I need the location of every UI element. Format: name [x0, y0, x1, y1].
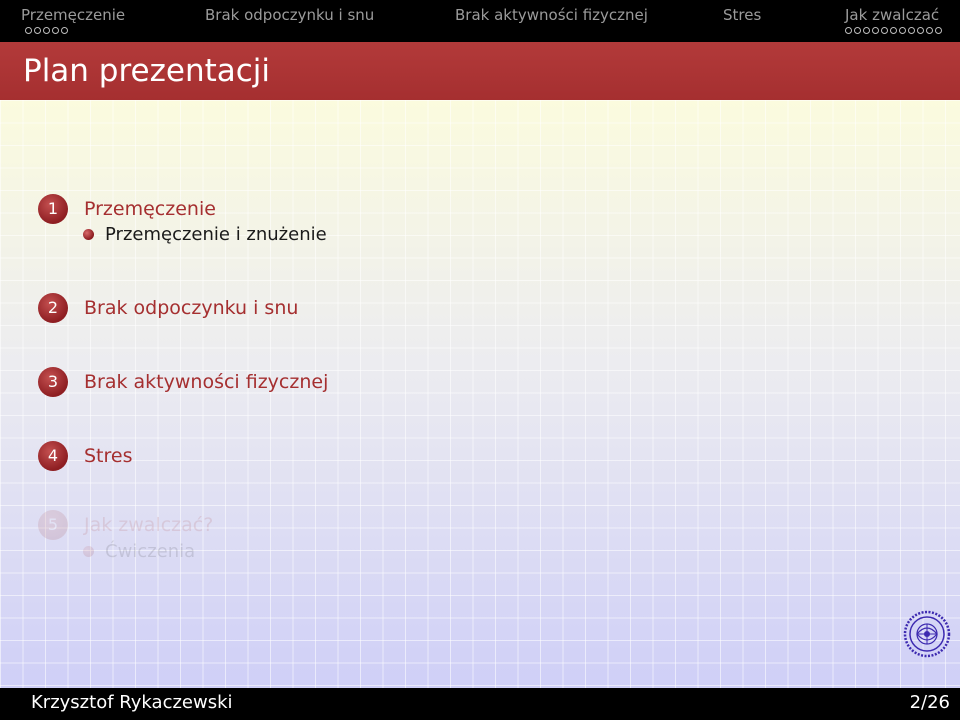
toc-number-badge: 5: [38, 510, 68, 540]
nav-section-brak-odpoczynku[interactable]: Brak odpoczynku i snu: [205, 6, 374, 24]
page-number: 2/26: [909, 692, 950, 713]
footer-bar: Krzysztof Rykaczewski 2/26: [0, 688, 960, 720]
author-name: Krzysztof Rykaczewski: [31, 692, 233, 713]
toc-title[interactable]: Stres: [84, 445, 133, 467]
toc-number-badge: 1: [38, 194, 68, 224]
slide-dot[interactable]: [34, 27, 41, 34]
slide-dot[interactable]: [61, 27, 68, 34]
toc-title[interactable]: Jak zwalczać?: [84, 514, 213, 536]
nav-dots-section-5: [845, 27, 942, 34]
nav-section-brak-aktywnosci[interactable]: Brak aktywności fizycznej: [455, 6, 648, 24]
slide-dot[interactable]: [854, 27, 861, 34]
nav-section-jak-zwalczac[interactable]: Jak zwalczać: [845, 6, 939, 24]
nav-dots-section-1: [25, 27, 68, 34]
bullet-icon: [83, 229, 94, 240]
slide-dot[interactable]: [845, 27, 852, 34]
page-title: Plan prezentacji: [23, 53, 271, 89]
slide-dot[interactable]: [926, 27, 933, 34]
slide-dot[interactable]: [881, 27, 888, 34]
slide-content: 1 Przemęczenie Przemęczenie i znużenie 2…: [0, 100, 960, 688]
toc-number-badge: 2: [38, 293, 68, 323]
slide-dot[interactable]: [890, 27, 897, 34]
frame-title-bar: Plan prezentacji: [0, 42, 960, 100]
slide-dot[interactable]: [863, 27, 870, 34]
slide-dot[interactable]: [917, 27, 924, 34]
toc-number-badge: 3: [38, 367, 68, 397]
toc-subsection[interactable]: Ćwiczenia: [105, 541, 195, 562]
toc-number-badge: 4: [38, 441, 68, 471]
nav-section-stres[interactable]: Stres: [723, 6, 761, 24]
slide-dot[interactable]: [935, 27, 942, 34]
navigation-bar: Przemęczenie Brak odpoczynku i snu Brak …: [0, 0, 960, 42]
toc-title[interactable]: Przemęczenie: [84, 198, 216, 220]
bullet-icon: [83, 546, 94, 557]
slide-dot[interactable]: [872, 27, 879, 34]
slide-dot[interactable]: [908, 27, 915, 34]
toc-title[interactable]: Brak aktywności fizycznej: [84, 371, 328, 393]
slide-dot[interactable]: [25, 27, 32, 34]
slide-dot[interactable]: [899, 27, 906, 34]
nav-section-przemeczenie[interactable]: Przemęczenie: [21, 6, 125, 24]
slide-dot[interactable]: [43, 27, 50, 34]
background-grid: [0, 100, 960, 688]
slide-dot[interactable]: [52, 27, 59, 34]
university-seal-logo: [903, 610, 951, 658]
toc-title[interactable]: Brak odpoczynku i snu: [84, 297, 298, 319]
toc-subsection[interactable]: Przemęczenie i znużenie: [105, 224, 327, 245]
